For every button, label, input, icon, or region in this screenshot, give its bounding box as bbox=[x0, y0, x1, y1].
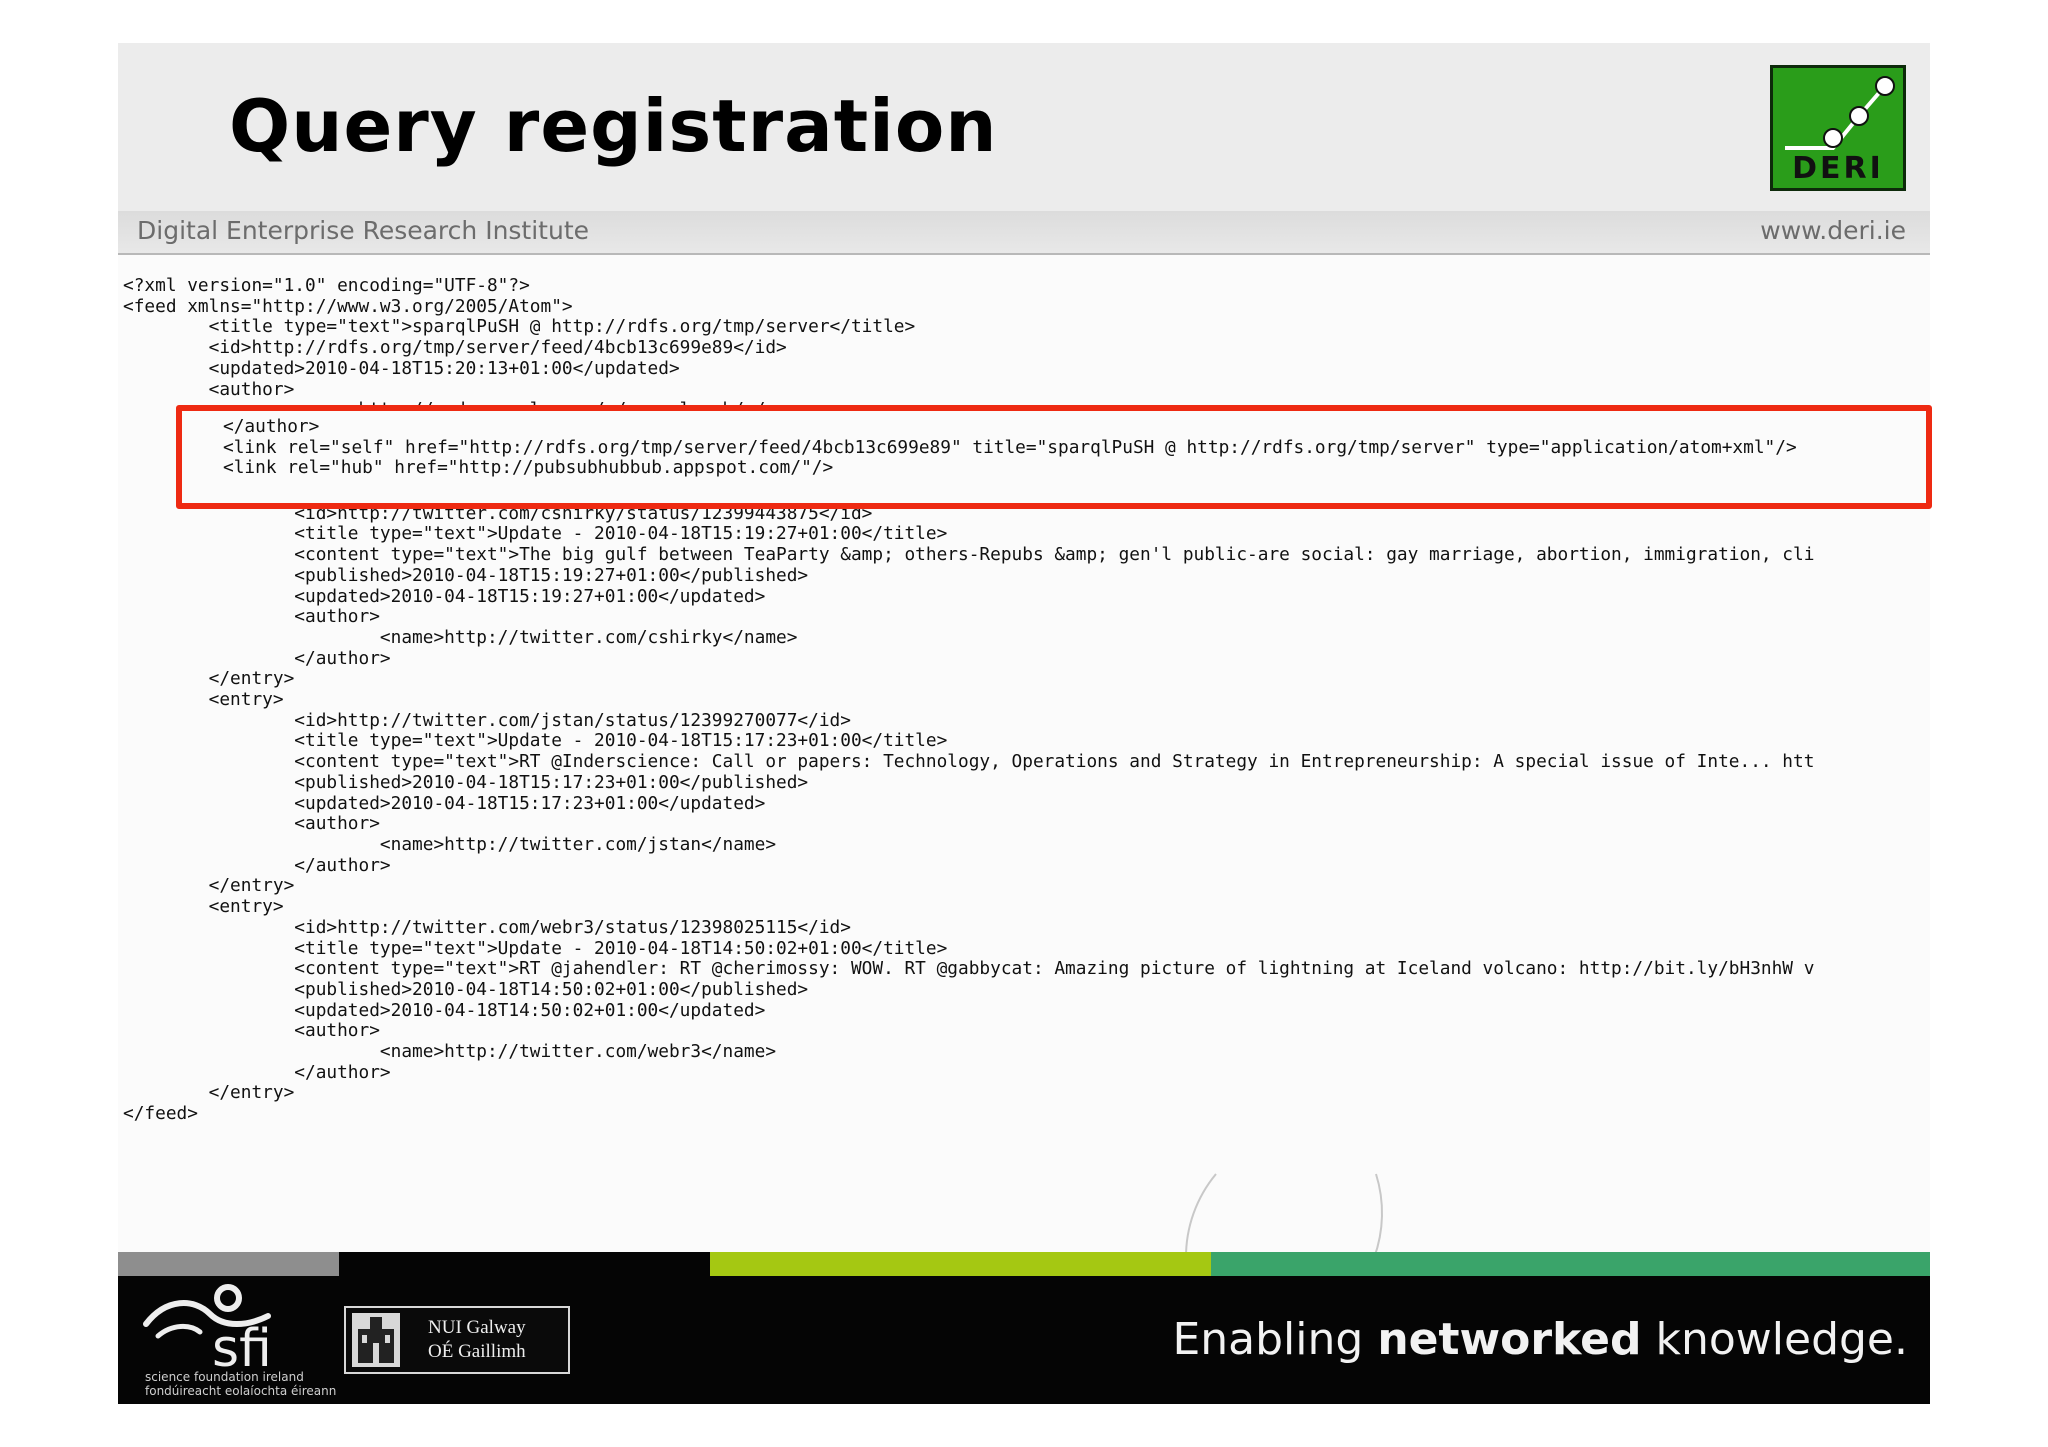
tagline-post: knowledge. bbox=[1641, 1314, 1909, 1365]
slide-title: Query registration bbox=[229, 84, 998, 168]
xml-after-highlight: <entry> <id>http://twitter.com/cshirky/s… bbox=[123, 482, 1815, 1125]
highlighted-xml: </author> <link rel="self" href="http://… bbox=[223, 416, 1797, 479]
xml-before-highlight: <?xml version="1.0" encoding="UTF-8"?> <… bbox=[123, 276, 916, 420]
tagline-bold: networked bbox=[1377, 1314, 1642, 1365]
sfi-caption: science foundation ireland fondúireacht … bbox=[145, 1370, 336, 1398]
sfi-caption-ga: fondúireacht eolaíochta éireann bbox=[145, 1384, 337, 1398]
nui-text: NUI Galway OÉ Gaillimh bbox=[428, 1316, 526, 1364]
deri-logo: DERI bbox=[1770, 65, 1906, 191]
institute-bar: Digital Enterprise Research Institute ww… bbox=[118, 211, 1930, 255]
institute-name: Digital Enterprise Research Institute bbox=[137, 216, 590, 245]
nui-galway-logo: NUI Galway OÉ Gaillimh bbox=[344, 1306, 570, 1374]
stripe-teal bbox=[1211, 1252, 1930, 1276]
sfi-logo-icon: sfi bbox=[143, 1284, 272, 1372]
nui-crest-icon bbox=[352, 1313, 400, 1367]
sfi-caption-en: science foundation ireland bbox=[145, 1370, 304, 1384]
stripe-gray bbox=[118, 1252, 339, 1276]
deri-graph-icon bbox=[1785, 76, 1895, 150]
tagline-pre: Enabling bbox=[1172, 1314, 1378, 1365]
highlight-box: </author> <link rel="self" href="http://… bbox=[176, 405, 1932, 509]
stripe-lime bbox=[710, 1252, 1211, 1276]
logo-text: DERI bbox=[1792, 151, 1884, 186]
tagline: Enabling networked knowledge. bbox=[1172, 1314, 1908, 1365]
decorative-arc bbox=[1184, 1173, 1383, 1259]
nui-name-en: NUI Galway bbox=[428, 1317, 526, 1338]
nui-name-ga: OÉ Gaillimh bbox=[428, 1341, 526, 1362]
svg-text:sfi: sfi bbox=[212, 1319, 272, 1372]
website-url: www.deri.ie bbox=[1760, 216, 1906, 245]
stripe-black bbox=[339, 1252, 710, 1276]
footer-stripes bbox=[118, 1252, 1930, 1276]
